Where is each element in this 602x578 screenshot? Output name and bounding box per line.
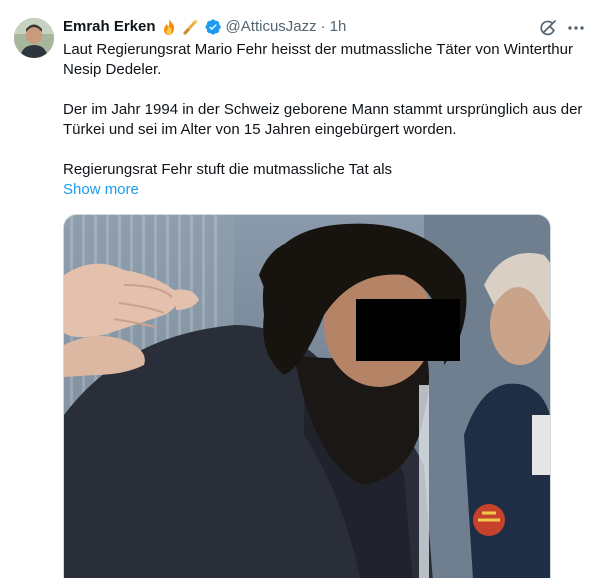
grok-icon[interactable] bbox=[538, 18, 558, 38]
author-handle[interactable]: @AtticusJazz bbox=[226, 17, 317, 37]
more-icon[interactable] bbox=[566, 18, 586, 38]
avatar[interactable] bbox=[14, 18, 54, 58]
tweet-paragraph: Laut Regierungsrat Mario Fehr heisst der… bbox=[63, 41, 573, 78]
display-name[interactable]: Emrah Erken bbox=[63, 17, 156, 37]
tweet-timestamp[interactable]: 1h bbox=[330, 17, 347, 37]
header-separator: · bbox=[320, 18, 326, 35]
tweet-content: Emrah Erken @AtticusJazz · 1h Laut Regie… bbox=[63, 16, 586, 200]
sparkle-wand-emoji-icon bbox=[182, 18, 200, 36]
header-actions bbox=[538, 18, 586, 38]
fire-emoji-icon bbox=[160, 18, 178, 36]
tweet-header: Emrah Erken @AtticusJazz · 1h bbox=[63, 16, 586, 38]
tweet-paragraph: Regierungsrat Fehr stuft die mutmasslich… bbox=[63, 161, 393, 178]
tweet-text: Laut Regierungsrat Mario Fehr heisst der… bbox=[63, 40, 586, 180]
tweet-photo[interactable] bbox=[63, 214, 551, 578]
censor-bar bbox=[356, 299, 460, 361]
verified-badge-icon[interactable] bbox=[204, 18, 222, 36]
show-more-link[interactable]: Show more bbox=[63, 180, 139, 200]
tweet-paragraph: Der im Jahr 1994 in der Schweiz geborene… bbox=[63, 101, 583, 138]
tweet[interactable]: Emrah Erken @AtticusJazz · 1h Laut Regie… bbox=[0, 0, 602, 578]
